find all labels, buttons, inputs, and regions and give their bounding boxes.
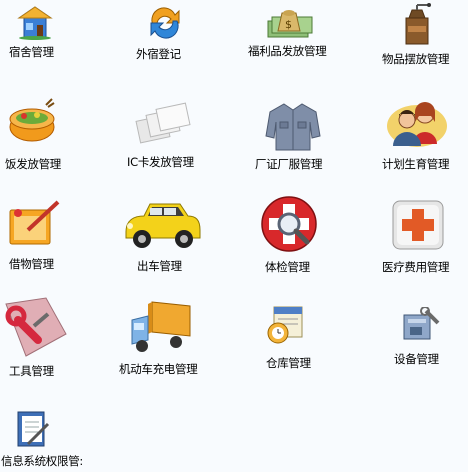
coffee-grinder-icon [405, 3, 431, 45]
ic-cards-icon [135, 102, 191, 144]
food-basket-icon [9, 98, 55, 142]
folder-pen-icon [9, 200, 60, 245]
menu-label: 计划生育管理 [382, 157, 450, 171]
menu-label: 信息系统权限管: [1, 454, 83, 468]
menu-label: 宿舍管理 [9, 45, 54, 59]
medical-magnifier-icon [261, 196, 317, 252]
menu-label: 物品摆放管理 [382, 52, 450, 66]
yellow-car-icon [125, 203, 201, 248]
truck-icon [131, 301, 191, 352]
menu-label: 体检管理 [265, 260, 310, 274]
notebook-pen-icon [17, 411, 50, 447]
menu-label: 厂证厂服管理 [255, 157, 323, 171]
menu-label: 设备管理 [394, 352, 439, 366]
menu-label: 工具管理 [9, 364, 54, 378]
svg-text:$: $ [285, 18, 292, 31]
calendar-clock-icon [267, 306, 303, 344]
menu-label: 外宿登记 [136, 47, 181, 61]
tools-wrench-icon [5, 297, 67, 357]
equipment-tools-icon [403, 307, 440, 340]
menu-label: 饭发放管理 [5, 157, 61, 171]
menu-label: IC卡发放管理 [127, 155, 194, 169]
menu-label: 仓库管理 [266, 356, 311, 370]
dormitory-house-icon [17, 6, 53, 40]
work-uniform-icon [265, 103, 321, 151]
refresh-arrows-icon [150, 7, 180, 39]
money-bag-icon: $ [267, 10, 313, 38]
couple-people-icon [387, 102, 447, 147]
menu-label: 机动车充电管理 [119, 362, 198, 376]
medical-cross-icon [392, 200, 444, 250]
menu-label: 福利品发放管理 [248, 44, 327, 58]
menu-label: 医疗费用管理 [382, 260, 450, 274]
menu-label: 借物管理 [9, 257, 54, 271]
menu-label: 出车管理 [137, 259, 182, 273]
